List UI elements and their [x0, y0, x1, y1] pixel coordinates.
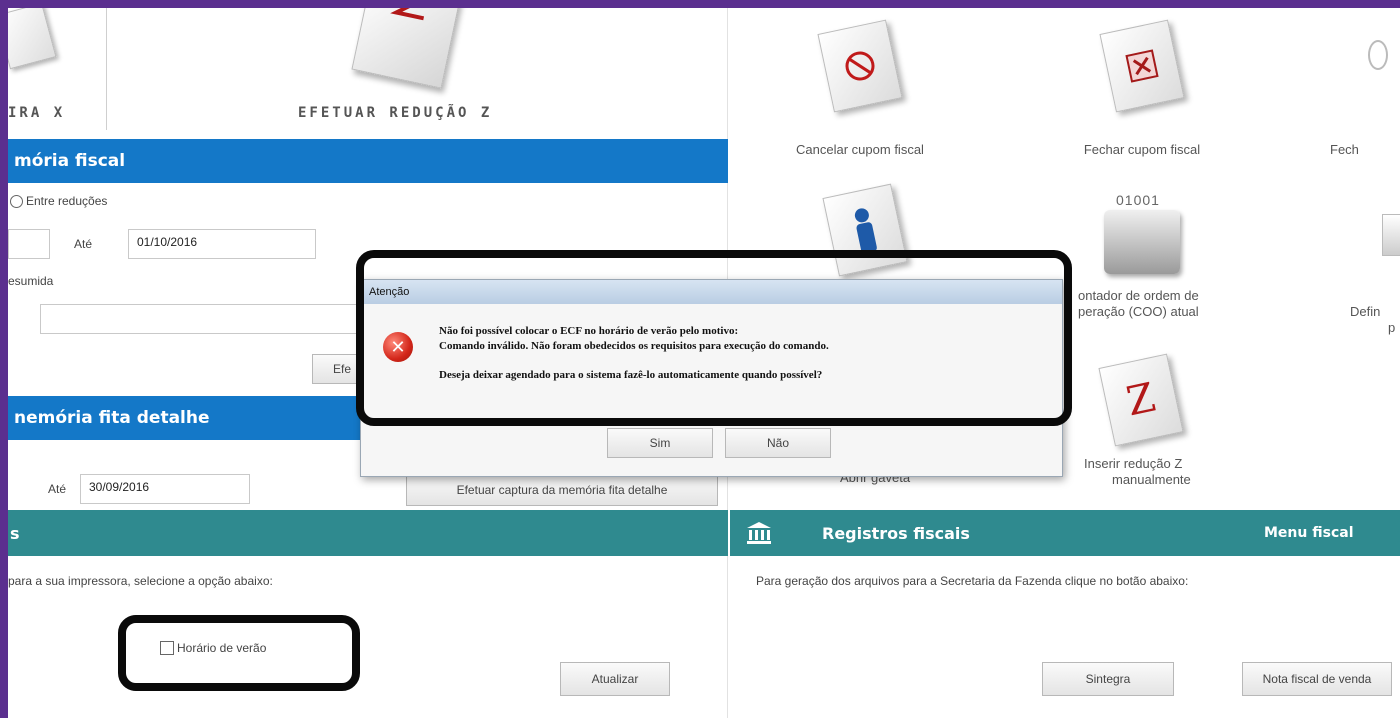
app-window: IRA X EFETUAR REDUÇÃO Z mória fiscal Ent…	[8, 8, 1400, 718]
partial-icon	[1368, 40, 1388, 70]
yes-button[interactable]: Sim	[607, 428, 713, 458]
resumida-field[interactable]	[40, 304, 370, 334]
card-label: Fech	[1330, 142, 1359, 157]
card-label: Fechar cupom fiscal	[1083, 142, 1201, 157]
card-partial[interactable]: Fech	[1330, 26, 1400, 158]
no-button[interactable]: Não	[725, 428, 831, 458]
leitura-x-doc-icon	[8, 8, 57, 70]
coo-label-line2: peração (COO) atual	[1078, 304, 1199, 319]
entre-reducoes-option[interactable]: Entre reduções	[10, 194, 107, 208]
card-fechar-cupom[interactable]: Fechar cupom fiscal	[1042, 19, 1242, 158]
coo-number: 01001	[1116, 192, 1160, 208]
bank-icon	[746, 521, 772, 545]
impressora-header: s	[8, 510, 728, 556]
radio-button[interactable]	[10, 194, 23, 208]
reducao-z-doc-icon	[351, 8, 461, 89]
z-document-icon: Z	[1098, 353, 1184, 447]
menu-fiscal-link[interactable]: Menu fiscal	[1264, 525, 1354, 541]
impressora-description: para a sua impressora, selecione a opção…	[8, 574, 273, 588]
memoria-fiscal-header: mória fiscal	[8, 139, 728, 183]
coo-label-line1: ontador de ordem de	[1078, 288, 1199, 303]
sintegra-button[interactable]: Sintegra	[1042, 662, 1174, 696]
card-coo[interactable]: 01001 ontador de ordem de peração (COO) …	[1060, 192, 1280, 332]
leitura-x-card[interactable]: IRA X	[8, 8, 106, 130]
capturar-fita-detalhe-button[interactable]: Efetuar captura da memória fita detalhe	[406, 474, 718, 506]
inserir-z-label-line1: Inserir redução Z	[1084, 456, 1183, 471]
definir-label-line2: p	[1388, 320, 1396, 335]
card-cancelar-cupom[interactable]: Cancelar cupom fiscal	[760, 19, 960, 158]
ate-date-field[interactable]: 01/10/2016	[128, 229, 316, 259]
close-receipt-icon	[1099, 19, 1185, 113]
card-definir[interactable]: Defin p	[1350, 214, 1400, 344]
registros-description: Para geração dos arquivos para a Secreta…	[756, 574, 1189, 588]
reducao-z-card[interactable]: EFETUAR REDUÇÃO Z	[108, 8, 728, 130]
fita-ate-label: Até	[48, 482, 67, 496]
de-date-field[interactable]	[8, 229, 50, 259]
resumida-label: esumida	[8, 274, 54, 288]
card-label: Cancelar cupom fiscal	[796, 142, 924, 157]
printer-icon	[1104, 210, 1180, 274]
divider	[106, 8, 107, 130]
nota-fiscal-venda-button[interactable]: Nota fiscal de venda	[1242, 662, 1392, 696]
definir-label-line1: Defin	[1350, 304, 1381, 319]
calendar-icon	[1382, 214, 1400, 256]
registros-fiscais-header: Registros fiscais Menu fiscal	[730, 510, 1400, 556]
z-glyph: Z	[1122, 374, 1160, 426]
atualizar-button[interactable]: Atualizar	[560, 662, 670, 696]
ate-label: Até	[74, 237, 93, 251]
checkbox-highlight-box	[118, 615, 360, 691]
leitura-x-label: IRA X	[8, 105, 66, 121]
registros-fiscais-title: Registros fiscais	[822, 523, 970, 543]
entre-reducoes-label: Entre reduções	[26, 194, 108, 208]
dialog-highlight-box	[356, 250, 1072, 426]
reducao-z-label: EFETUAR REDUÇÃO Z	[298, 105, 493, 121]
cancel-icon	[817, 19, 903, 113]
fita-ate-date-field[interactable]: 30/09/2016	[80, 474, 250, 504]
card-inserir-z[interactable]: Z Inserir redução Z manualmente	[1070, 353, 1240, 490]
inserir-z-label-line2: manualmente	[1112, 472, 1191, 487]
